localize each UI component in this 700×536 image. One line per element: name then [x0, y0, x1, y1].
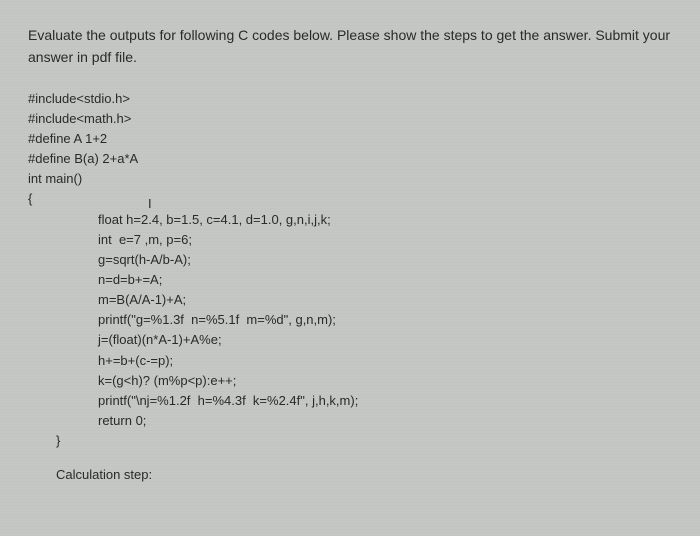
code-line: h+=b+(c-=p);: [28, 351, 672, 371]
text-cursor-icon: I: [148, 194, 152, 214]
code-line: k=(g<h)? (m%p<p):e++;: [28, 371, 672, 391]
code-line: int main(): [28, 169, 672, 189]
code-line: #include<stdio.h>: [28, 89, 672, 109]
code-line: j=(float)(n*A-1)+A%e;: [28, 330, 672, 350]
calculation-step-label: Calculation step:: [28, 465, 672, 486]
code-line: n=d=b+=A;: [28, 270, 672, 290]
code-line: int e=7 ,m, p=6;: [28, 230, 672, 250]
code-block: #include<stdio.h> #include<math.h> #defi…: [28, 89, 672, 452]
code-line: printf("g=%1.3f n=%5.1f m=%d", g,n,m);: [28, 310, 672, 330]
code-line: printf("\nj=%1.2f h=%4.3f k=%2.4f", j,h,…: [28, 391, 672, 411]
code-line: g=sqrt(h-A/b-A);: [28, 250, 672, 270]
open-brace: {: [28, 189, 672, 209]
code-line: m=B(A/A-1)+A;: [28, 290, 672, 310]
code-line: Ifloat h=2.4, b=1.5, c=4.1, d=1.0, g,n,i…: [28, 210, 672, 230]
code-line: #define A 1+2: [28, 129, 672, 149]
code-line: return 0;: [28, 411, 672, 431]
instruction-text: Evaluate the outputs for following C cod…: [28, 24, 672, 69]
code-line: #include<math.h>: [28, 109, 672, 129]
close-brace: }: [28, 431, 672, 451]
code-text: float h=2.4, b=1.5, c=4.1, d=1.0, g,n,i,…: [98, 212, 331, 227]
code-line: #define B(a) 2+a*A: [28, 149, 672, 169]
